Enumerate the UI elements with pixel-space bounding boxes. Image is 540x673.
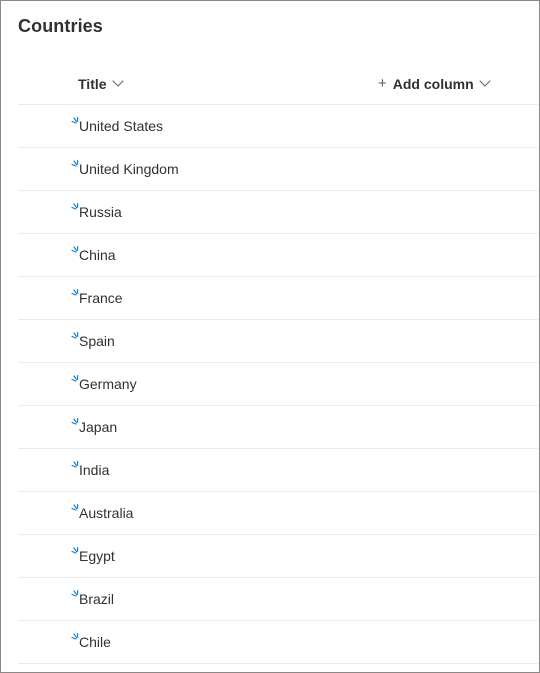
list-item[interactable]: India	[18, 449, 539, 492]
list-panel: Countries Title + Add column United Stat…	[0, 0, 540, 673]
list-item[interactable]: Japan	[18, 406, 539, 449]
list-item[interactable]: Brazil	[18, 578, 539, 621]
plus-icon: +	[378, 75, 387, 92]
list-item-title[interactable]: United States	[79, 118, 163, 134]
list-item[interactable]: Russia	[18, 191, 539, 234]
list-item-title[interactable]: India	[79, 462, 109, 478]
list-item[interactable]: China	[18, 234, 539, 277]
list-item[interactable]: United States	[18, 105, 539, 148]
list-item[interactable]: France	[18, 277, 539, 320]
list-item-title[interactable]: France	[79, 290, 123, 306]
list-item-title[interactable]: Japan	[79, 419, 117, 435]
title-column-header[interactable]: Title	[78, 63, 124, 104]
list-item[interactable]: Egypt	[18, 535, 539, 578]
list-item-title[interactable]: Australia	[79, 505, 133, 521]
add-column-label: Add column	[392, 75, 474, 92]
list-item-title[interactable]: Germany	[79, 376, 137, 392]
list-item-title[interactable]: Egypt	[79, 548, 115, 564]
list-title: Countries	[18, 16, 103, 36]
list-item-title[interactable]: China	[79, 247, 116, 263]
chevron-down-icon	[478, 75, 491, 87]
chevron-down-icon	[111, 75, 124, 87]
list-item-title[interactable]: Spain	[79, 333, 115, 349]
list-item[interactable]: Germany	[18, 363, 539, 406]
list-item[interactable]: Chile	[18, 621, 539, 664]
list-item[interactable]: Australia	[18, 492, 539, 535]
list-item[interactable]: United Kingdom	[18, 148, 539, 191]
list-item[interactable]: Spain	[18, 320, 539, 363]
list-item-title[interactable]: United Kingdom	[79, 161, 179, 177]
list-item-title[interactable]: Russia	[79, 204, 122, 220]
add-column-button[interactable]: + Add column	[378, 63, 491, 104]
title-column-label: Title	[78, 75, 107, 92]
list-item-title[interactable]: Brazil	[79, 591, 114, 607]
list-item-title[interactable]: Chile	[79, 634, 111, 650]
list-rows: United States United Kingdom Russia China Fr…	[18, 105, 539, 664]
column-header-row: Title + Add column	[18, 63, 539, 105]
